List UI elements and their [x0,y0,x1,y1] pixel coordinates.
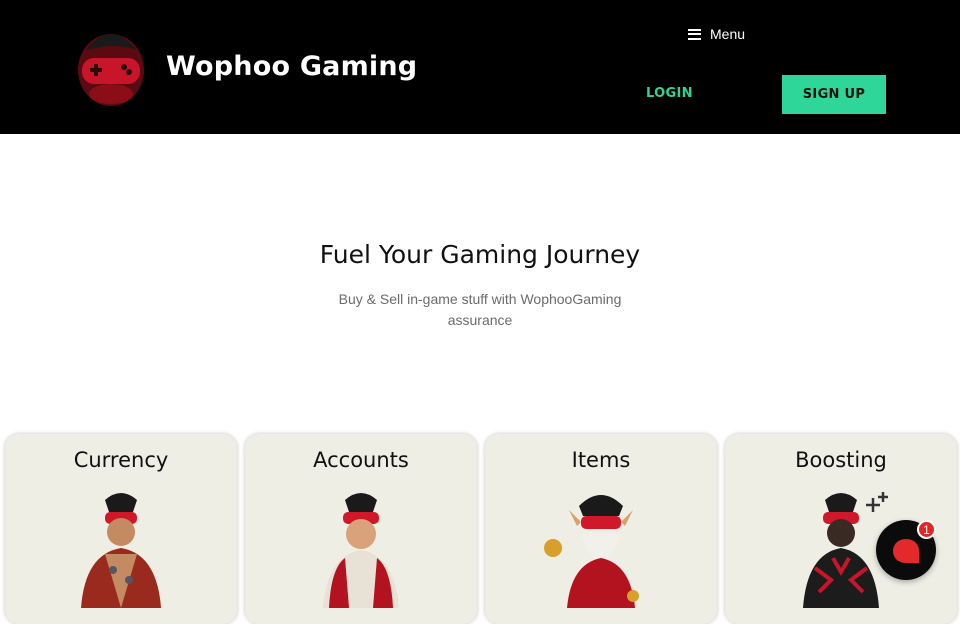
wophoo-logo-icon[interactable] [76,20,146,108]
hero-subtitle: Buy & Sell in-game stuff with WophooGami… [338,291,622,328]
menu-label: Menu [710,26,746,42]
hero-title: Fuel Your Gaming Journey [319,240,641,269]
login-link[interactable]: LOGIN [646,86,693,101]
currency-character-icon [81,493,161,608]
signup-button[interactable]: SIGN UP [782,75,886,114]
category-card-currency[interactable]: Currency [5,434,237,624]
chat-notification-badge: 1 [917,520,936,539]
site-header: Wophoo Gaming Menu LOGIN SIGN UP [0,0,960,134]
category-title: Items [571,448,631,472]
menu-button[interactable]: Menu [688,24,745,44]
brand-name[interactable]: Wophoo Gaming [166,51,417,82]
category-title: Boosting [795,448,887,472]
hamburger-icon [688,28,701,40]
accounts-character-icon [323,493,399,608]
category-title: Currency [73,448,169,472]
chat-bubble-icon [893,539,919,563]
items-character-icon [544,495,639,608]
category-title: Accounts [313,448,409,472]
category-card-accounts[interactable]: Accounts [245,434,477,624]
category-card-items[interactable]: Items [485,434,717,624]
